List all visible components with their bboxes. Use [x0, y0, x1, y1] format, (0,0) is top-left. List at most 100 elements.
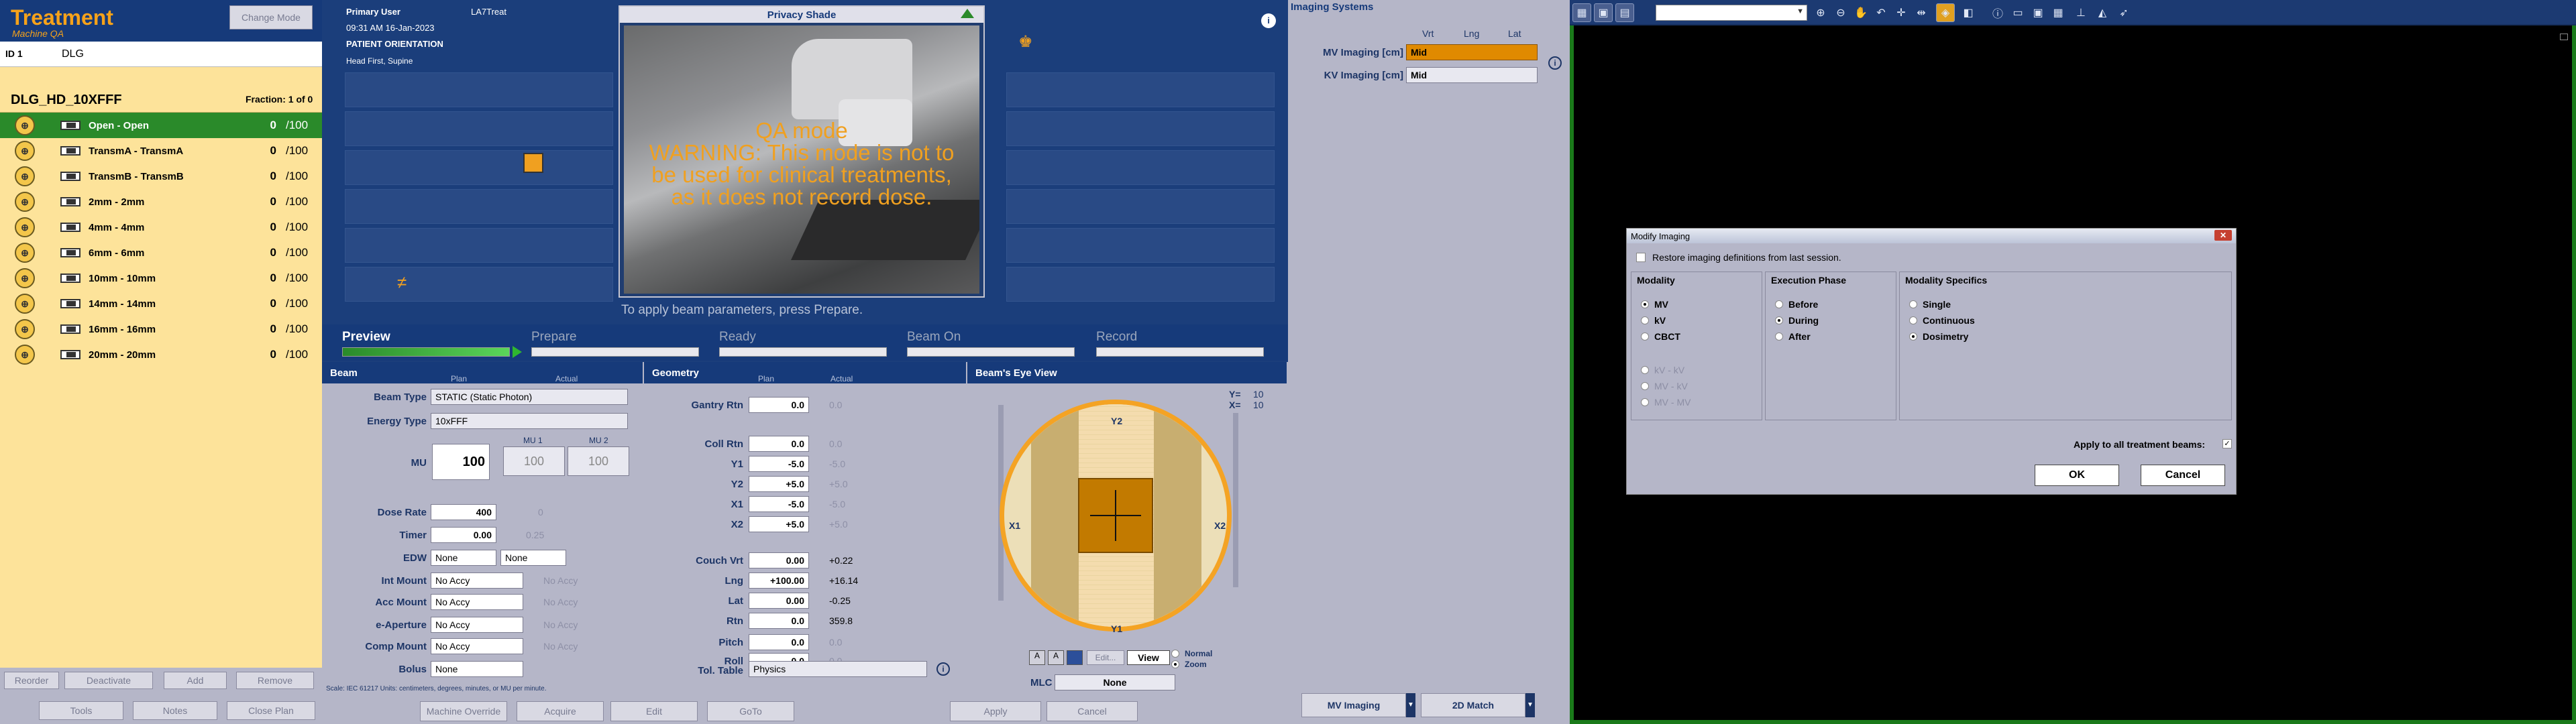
undo-icon[interactable]: ↶ — [1872, 3, 1890, 22]
mu-plan-field[interactable]: 100 — [432, 444, 490, 480]
grid-icon[interactable]: ▦ — [2049, 3, 2068, 22]
person-icon[interactable]: ♚ — [1018, 32, 1033, 52]
field-row[interactable]: ⊕ 2mm - 2mm 0/100 — [0, 189, 322, 215]
mv-imaging-field[interactable]: Mid — [1406, 44, 1538, 60]
remove-field-button[interactable]: Remove — [236, 672, 314, 689]
radio-during[interactable]: During — [1775, 315, 1819, 326]
kv-imaging-field[interactable]: Mid — [1406, 67, 1538, 83]
edw-actual-field[interactable]: None — [500, 550, 566, 566]
field-row[interactable]: ⊕ 10mm - 10mm 0/100 — [0, 265, 322, 291]
dialog-cancel-button[interactable]: Cancel — [2141, 465, 2225, 486]
ruler-icon[interactable]: ▭ — [2008, 3, 2027, 22]
layout-icon[interactable]: ▦ — [1572, 3, 1591, 22]
privacy-shade-header[interactable]: Privacy Shade — [620, 7, 983, 23]
close-icon[interactable]: ✕ — [2214, 230, 2232, 241]
machine-override-button[interactable]: Machine Override — [420, 701, 507, 721]
field-row[interactable]: ⊕ TransmA - TransmA 0/100 — [0, 138, 322, 164]
acc-mount-field[interactable]: No Accy — [431, 594, 523, 610]
field-row[interactable]: ⊕ TransmB - TransmB 0/100 — [0, 164, 322, 189]
bev-tool-icon[interactable]: A — [1048, 650, 1064, 665]
radio-dosimetry[interactable]: Dosimetry — [1909, 331, 1968, 342]
zoom-radio[interactable]: Zoom — [1171, 660, 1207, 669]
field-row[interactable]: ⊕ 14mm - 14mm 0/100 — [0, 291, 322, 316]
zoom-out-icon[interactable]: ⊖ — [1831, 3, 1850, 22]
edit-button[interactable]: Edit — [610, 701, 698, 721]
cancel-button[interactable]: Cancel — [1046, 701, 1138, 721]
apply-all-checkbox[interactable]: ✓ — [2222, 439, 2232, 448]
image-icon[interactable]: ▣ — [1594, 3, 1613, 22]
change-mode-button[interactable]: Change Mode — [229, 5, 313, 29]
info-icon[interactable]: i — [936, 662, 950, 676]
palette-icon[interactable]: ◈ — [1936, 3, 1955, 22]
bev-tool-icon[interactable]: A — [1029, 650, 1045, 665]
notes-button[interactable]: Notes — [133, 701, 217, 720]
geometry-plan-field[interactable]: 0.0 — [749, 436, 809, 452]
int-mount-field[interactable]: No Accy — [431, 572, 523, 589]
info-icon[interactable]: i — [1261, 13, 1276, 28]
geometry-plan-field[interactable]: -5.0 — [749, 496, 809, 512]
normal-radio[interactable]: Normal — [1171, 649, 1212, 658]
field-row[interactable]: ⊕ 20mm - 20mm 0/100 — [0, 342, 322, 367]
cursor-icon[interactable]: ➶ — [2114, 3, 2133, 22]
dropdown-arrow-icon[interactable]: ▼ — [1525, 693, 1535, 717]
goto-button[interactable]: GoTo — [707, 701, 794, 721]
radio-continuous[interactable]: Continuous — [1909, 315, 1975, 326]
image-select-dropdown[interactable]: ▼ — [1656, 5, 1807, 21]
tools-button[interactable]: Tools — [39, 701, 123, 720]
geometry-plan-field[interactable]: +5.0 — [749, 476, 809, 492]
geometry-plan-field[interactable]: +100.00 — [749, 572, 809, 589]
add-field-button[interactable]: Add — [164, 672, 227, 689]
timer-field[interactable]: 0.00 — [431, 527, 496, 543]
comp-mount-field[interactable]: No Accy — [431, 638, 523, 654]
radio-mv[interactable]: MV — [1641, 299, 1668, 310]
acquire-button[interactable]: Acquire — [517, 701, 604, 721]
move-icon[interactable]: ⇹ — [1912, 3, 1931, 22]
deactivate-button[interactable]: Deactivate — [64, 672, 153, 689]
tol-table-field[interactable]: Physics — [749, 661, 927, 677]
geometry-plan-field[interactable]: 0.0 — [749, 613, 809, 629]
restore-checkbox[interactable] — [1636, 253, 1646, 262]
maximize-icon[interactable] — [2560, 34, 2568, 40]
radio-cbct[interactable]: CBCT — [1641, 331, 1680, 342]
eaperture-field[interactable]: No Accy — [431, 617, 523, 633]
bolus-field[interactable]: None — [431, 661, 523, 677]
apply-button[interactable]: Apply — [950, 701, 1041, 721]
field-row[interactable]: ⊕ 4mm - 4mm 0/100 — [0, 215, 322, 240]
collapse-arrow-icon[interactable] — [961, 9, 974, 18]
measure-icon[interactable]: ⊥ — [2072, 3, 2090, 22]
bev-fill-icon[interactable] — [1067, 650, 1083, 665]
filter-icon[interactable]: ◭ — [2093, 3, 2112, 22]
display-icon[interactable]: ▤ — [1615, 3, 1634, 22]
overlay-icon[interactable]: ▣ — [2029, 3, 2047, 22]
couch-icon[interactable] — [523, 153, 543, 173]
geometry-plan-field[interactable]: 0.0 — [749, 397, 809, 413]
ok-button[interactable]: OK — [2035, 465, 2119, 486]
geometry-plan-field[interactable]: 0.0 — [749, 634, 809, 650]
radio-after[interactable]: After — [1775, 331, 1811, 342]
field-row[interactable]: ⊕ Open - Open 0/100 — [0, 113, 322, 138]
geometry-plan-field[interactable]: +5.0 — [749, 516, 809, 532]
edw-plan-field[interactable]: None — [431, 550, 496, 566]
shapes-icon[interactable]: ◧ — [1959, 3, 1978, 22]
radio-kv[interactable]: kV — [1641, 315, 1666, 326]
field-row[interactable]: ⊕ 16mm - 16mm 0/100 — [0, 316, 322, 342]
dose-rate-field[interactable]: 400 — [431, 504, 496, 520]
close-plan-button[interactable]: Close Plan — [227, 701, 315, 720]
pan-hand-icon[interactable]: ✋ — [1851, 3, 1870, 22]
geometry-plan-field[interactable]: 0.00 — [749, 593, 809, 609]
info-icon[interactable]: ⓘ — [1988, 3, 2007, 22]
geometry-plan-field[interactable]: -5.0 — [749, 456, 809, 472]
bev-edit-button[interactable]: Edit... — [1087, 650, 1124, 665]
mv-imaging-button[interactable]: MV Imaging — [1301, 693, 1406, 717]
radio-single[interactable]: Single — [1909, 299, 1951, 310]
info-icon[interactable]: i — [1548, 56, 1562, 70]
bev-right-scrollbar[interactable] — [1233, 413, 1238, 587]
2d-match-button[interactable]: 2D Match — [1421, 693, 1525, 717]
zoom-in-icon[interactable]: ⊕ — [1811, 3, 1830, 22]
radio-before[interactable]: Before — [1775, 299, 1818, 310]
geometry-plan-field[interactable]: 0.00 — [749, 552, 809, 568]
crosshair-icon[interactable]: ✛ — [1892, 3, 1911, 22]
reorder-button[interactable]: Reorder — [4, 672, 59, 689]
field-row[interactable]: ⊕ 6mm - 6mm 0/100 — [0, 240, 322, 265]
bev-view-button[interactable]: View — [1127, 650, 1170, 665]
